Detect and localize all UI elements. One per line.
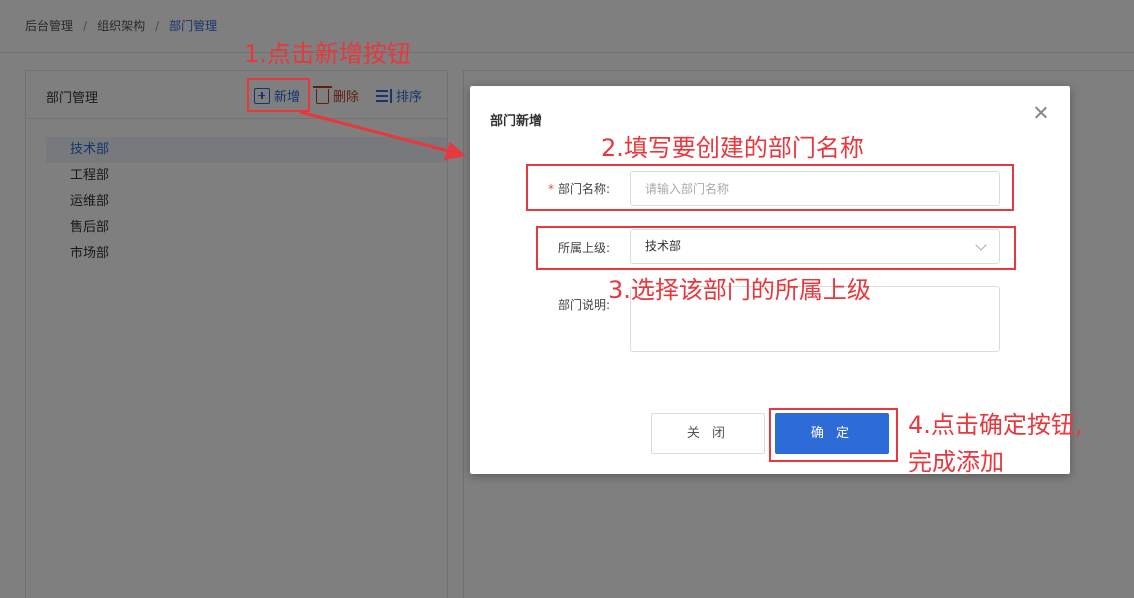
dialog-title: 部门新增 <box>490 114 543 129</box>
department-description-label: 部门说明: <box>557 298 610 312</box>
close-button[interactable]: 关 闭 <box>651 413 765 454</box>
close-icon[interactable] <box>1032 104 1050 122</box>
annotation-highlight-name <box>526 164 1014 211</box>
annotation-highlight-confirm <box>769 408 898 462</box>
annotation-step-2: 2.填写要创建的部门名称 <box>601 134 864 162</box>
annotation-step-3: 3.选择该部门的所属上级 <box>608 276 871 304</box>
annotation-step-4-line2: 完成添加 <box>908 448 1004 476</box>
annotation-highlight-add <box>247 78 310 112</box>
annotation-highlight-parent <box>536 226 1016 270</box>
annotation-step-1: 1.点击新增按钮 <box>244 40 411 68</box>
annotation-step-4-line1: 4.点击确定按钮, <box>908 411 1083 439</box>
